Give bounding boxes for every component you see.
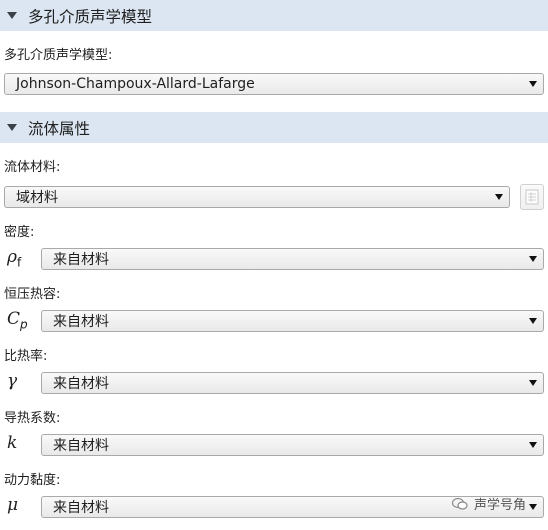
dropdown-arrow-icon — [529, 256, 537, 262]
collapse-triangle-icon[interactable] — [7, 12, 17, 19]
density-value: 来自材料 — [53, 252, 109, 268]
dynamic-viscosity-label: 动力黏度: — [4, 473, 61, 488]
thermal-conductivity-symbol: k — [7, 433, 18, 453]
thermal-conductivity-value: 来自材料 — [53, 438, 109, 454]
porous-model-value: Johnson-Champoux-Allard-Lafarge — [16, 76, 255, 92]
specific-heat-ratio-label: 比热率: — [4, 349, 48, 364]
watermark-text: 声学号角 — [474, 498, 527, 513]
fluid-material-select[interactable]: 域材料 — [4, 186, 510, 208]
fluid-material-label: 流体材料: — [4, 160, 61, 175]
section-title: 多孔介质声学模型 — [28, 7, 153, 26]
thermal-conductivity-label: 导热系数: — [4, 411, 61, 426]
wechat-icon — [452, 496, 468, 512]
dropdown-arrow-icon — [529, 380, 537, 386]
dynamic-viscosity-symbol: μ — [7, 495, 19, 515]
density-label: 密度: — [4, 225, 35, 240]
material-browser-button[interactable] — [520, 184, 544, 210]
heat-capacity-value: 来自材料 — [53, 314, 109, 330]
table-icon — [525, 189, 539, 205]
specific-heat-ratio-value: 来自材料 — [53, 376, 109, 392]
dropdown-arrow-icon — [529, 442, 537, 448]
dropdown-arrow-icon — [529, 81, 537, 87]
section-header-porous-model[interactable]: 多孔介质声学模型 — [0, 0, 548, 31]
porous-model-select[interactable]: Johnson-Champoux-Allard-Lafarge — [4, 73, 544, 95]
heat-capacity-select[interactable]: 来自材料 — [41, 310, 544, 332]
density-select[interactable]: 来自材料 — [41, 248, 544, 270]
heat-capacity-label: 恒压热容: — [4, 287, 61, 302]
section-header-fluid-properties[interactable]: 流体属性 — [0, 112, 548, 143]
density-symbol: ρf — [7, 247, 22, 270]
dropdown-arrow-icon — [529, 504, 537, 510]
watermark: 声学号角 — [452, 494, 526, 513]
heat-capacity-symbol: Cp — [7, 309, 28, 332]
specific-heat-ratio-select[interactable]: 来自材料 — [41, 372, 544, 394]
dropdown-arrow-icon — [495, 194, 503, 200]
porous-model-label: 多孔介质声学模型: — [4, 48, 113, 63]
thermal-conductivity-select[interactable]: 来自材料 — [41, 434, 544, 456]
fluid-material-value: 域材料 — [16, 190, 58, 206]
dropdown-arrow-icon — [529, 318, 537, 324]
collapse-triangle-icon[interactable] — [7, 124, 17, 131]
specific-heat-ratio-symbol: γ — [7, 371, 18, 391]
section-title: 流体属性 — [28, 119, 91, 138]
